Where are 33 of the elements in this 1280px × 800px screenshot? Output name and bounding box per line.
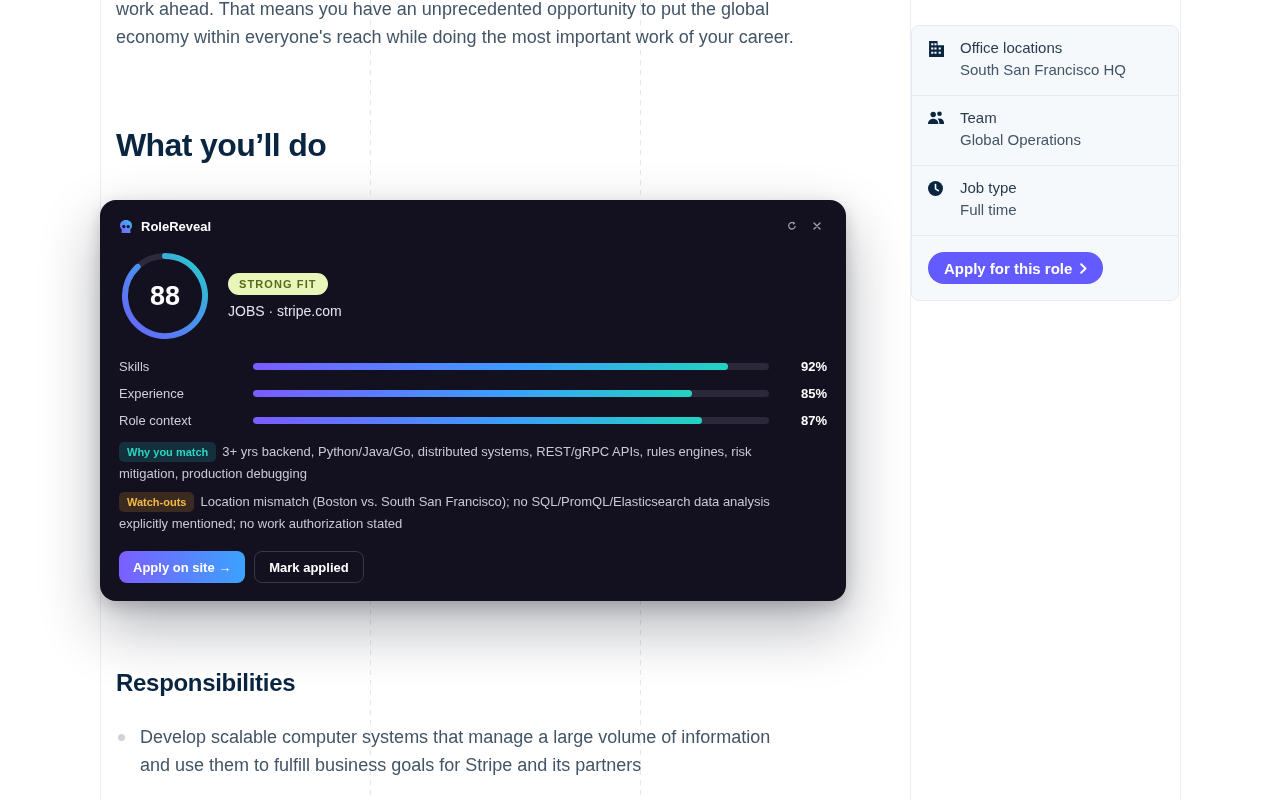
metric-label: Experience xyxy=(119,386,186,401)
primary-action-button[interactable]: Apply on site → xyxy=(119,551,246,583)
metric-label: Skills xyxy=(119,359,151,374)
app-title: RoleReveal xyxy=(141,218,212,234)
chevron-right-icon xyxy=(1080,262,1088,274)
apply-role-button[interactable]: Apply for this role xyxy=(928,252,1104,284)
metric-value: 92% xyxy=(799,359,827,374)
watch-outs-note: Watch-outs Location mismatch (Boston vs. South San Francisco); no SQL/PromQL/Elasticsearch data analysis explicitly mentioned; no work authorization stated xyxy=(119,491,771,533)
detail-label: Team xyxy=(960,108,998,128)
building-icon xyxy=(928,41,944,57)
detail-value: Global Operations xyxy=(960,130,1082,150)
bullet-icon xyxy=(118,734,125,741)
secondary-action-button[interactable]: Mark applied xyxy=(254,551,364,583)
detail-label: Job type xyxy=(960,178,1018,198)
detail-value: Full time xyxy=(960,200,1018,220)
close-icon[interactable] xyxy=(813,222,821,230)
metric-label: Role context xyxy=(119,413,193,428)
metric-value: 85% xyxy=(799,386,827,401)
detail-value: South San Francisco HQ xyxy=(960,60,1127,80)
metric-value: 87% xyxy=(799,413,827,428)
match-reasons-note: Why you match 3+ yrs backend, Python/Java/Go, distributed systems, REST/gRPC APIs, rules engines, risk mitigation, production debugging xyxy=(119,441,753,483)
intro-paragraph: work ahead. That means you have an unprecedented opportunity to put the global economy within everyone's reach while doing the most important work of your career. xyxy=(116,0,795,49)
section-heading: What you’ll do xyxy=(116,126,328,165)
refresh-icon[interactable] xyxy=(787,221,797,231)
people-icon xyxy=(928,111,944,124)
clock-icon xyxy=(928,181,943,196)
fit-badge: STRONG FIT xyxy=(228,273,328,295)
logo-icon xyxy=(119,219,133,233)
section-subheading: Responsibilities xyxy=(116,669,297,697)
detail-label: Office locations xyxy=(960,38,1064,58)
responsibility-item: Develop scalable computer systems that manage a large volume of information and use them to fulfill business goals for Stripe and its partners xyxy=(140,726,772,777)
match-score: 88 xyxy=(149,280,180,312)
job-source: JOBS · stripe.com xyxy=(228,303,342,319)
